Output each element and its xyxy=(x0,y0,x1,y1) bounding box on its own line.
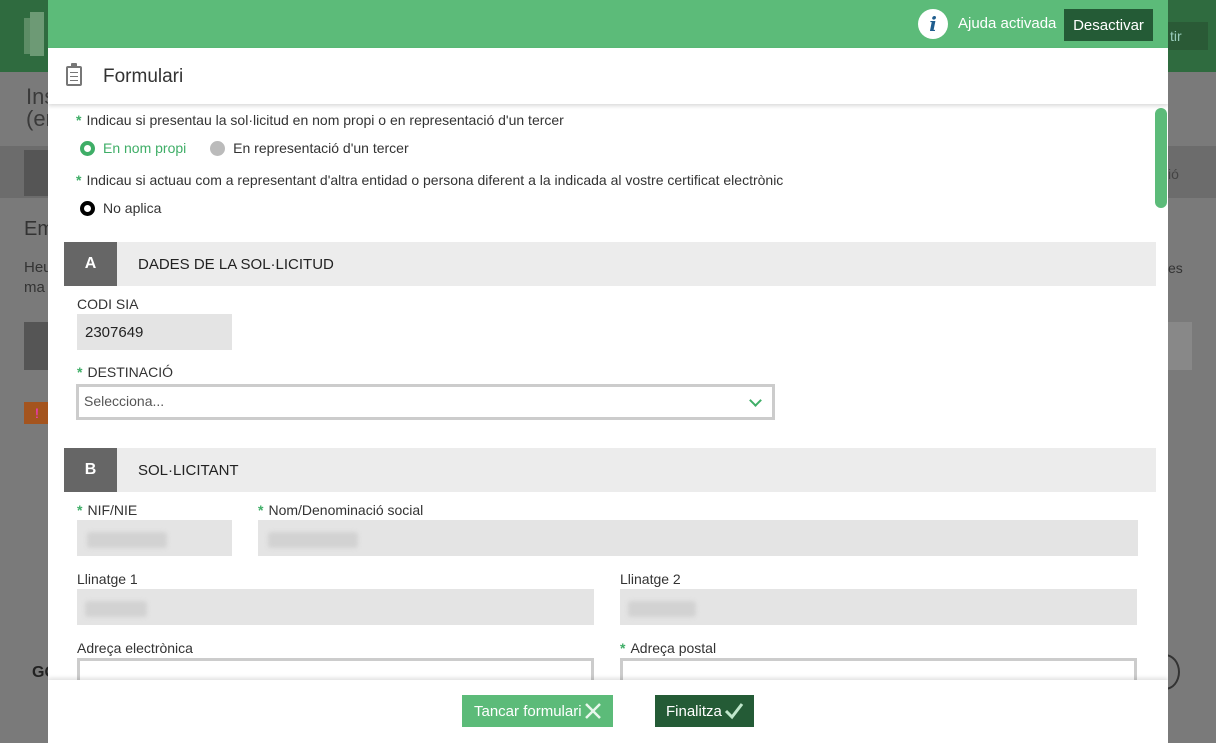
chevron-down-icon[interactable] xyxy=(749,394,762,407)
close-icon xyxy=(585,703,601,719)
required-marker: * xyxy=(77,364,83,380)
radio-unselected-icon[interactable] xyxy=(210,141,226,156)
redacted-value xyxy=(268,532,358,548)
llinatge1-field xyxy=(77,589,594,625)
radio-selected-icon[interactable] xyxy=(80,201,95,216)
background-logo xyxy=(30,12,44,56)
section-title: DADES DE LA SOL·LICITUD xyxy=(138,256,334,273)
background-warning-icon: ! xyxy=(24,402,50,424)
nif-label: * NIF/NIE xyxy=(77,502,138,518)
required-marker: * xyxy=(620,640,626,656)
redacted-value xyxy=(85,601,147,617)
form-content: * Indicau si presentau la sol·licitud en … xyxy=(48,104,1168,680)
help-bar: i Ajuda activada Desactivar xyxy=(48,0,1168,48)
redacted-value xyxy=(87,532,167,548)
modal-footer: Tancar formulari Finalitza xyxy=(48,680,1168,743)
postal-input[interactable] xyxy=(620,658,1137,680)
section-title: SOL·LICITANT xyxy=(138,462,239,479)
info-icon: i xyxy=(918,9,948,39)
modal-header: Formulari xyxy=(48,48,1168,104)
radio-third-party[interactable]: En representació d'un tercer xyxy=(210,140,409,156)
redacted-value xyxy=(628,601,696,617)
nif-field xyxy=(77,520,232,556)
radio-own-name[interactable]: En nom propi xyxy=(80,140,210,156)
section-letter: B xyxy=(64,448,117,492)
background-step-label: ió xyxy=(1168,166,1179,182)
background-exit-button: tir xyxy=(1168,22,1208,50)
close-form-button[interactable]: Tancar formulari xyxy=(462,695,613,727)
llinatge2-field xyxy=(620,589,1137,625)
scrollbar-thumb[interactable] xyxy=(1155,108,1167,208)
required-marker: * xyxy=(77,502,83,518)
codi-sia-field: 2307649 xyxy=(77,314,232,350)
section-letter: A xyxy=(64,242,117,286)
llinatge2-label: Llinatge 2 xyxy=(620,571,681,587)
modal-title: Formulari xyxy=(103,66,184,87)
nom-label: * Nom/Denominació social xyxy=(258,502,424,518)
destinacio-label: * DESTINACIÓ xyxy=(77,364,174,380)
required-marker: * xyxy=(76,112,82,128)
email-input[interactable] xyxy=(77,658,594,680)
email-label: Adreça electrònica xyxy=(77,640,193,656)
radio-not-applicable[interactable]: No aplica xyxy=(80,200,161,216)
required-marker: * xyxy=(76,172,82,188)
help-status-label: Ajuda activada xyxy=(958,15,1057,32)
background-text-fragment: es xyxy=(1168,260,1183,276)
deactivate-help-button[interactable]: Desactivar xyxy=(1064,9,1153,41)
question-acting-representative: * Indicau si actuau com a representant d'… xyxy=(76,172,784,188)
section-a-header: A DADES DE LA SOL·LICITUD xyxy=(64,242,1156,286)
form-modal: i Ajuda activada Desactivar Formulari * I… xyxy=(48,0,1168,743)
llinatge1-label: Llinatge 1 xyxy=(77,571,138,587)
radio-group-representation: En nom propi En representació d'un terce… xyxy=(80,140,409,156)
checkmark-icon xyxy=(724,703,744,720)
radio-group-acting: No aplica xyxy=(80,200,161,216)
codi-sia-label: CODI SIA xyxy=(77,296,139,312)
required-marker: * xyxy=(258,502,264,518)
question-representation: * Indicau si presentau la sol·licitud en … xyxy=(76,112,564,128)
radio-selected-icon[interactable] xyxy=(80,141,95,156)
finish-button[interactable]: Finalitza xyxy=(655,695,754,727)
section-b-header: B SOL·LICITANT xyxy=(64,448,1156,492)
nom-field xyxy=(258,520,1138,556)
destinacio-select[interactable]: Selecciona... xyxy=(76,384,775,420)
clipboard-icon xyxy=(66,63,82,86)
postal-label: * Adreça postal xyxy=(620,640,717,656)
